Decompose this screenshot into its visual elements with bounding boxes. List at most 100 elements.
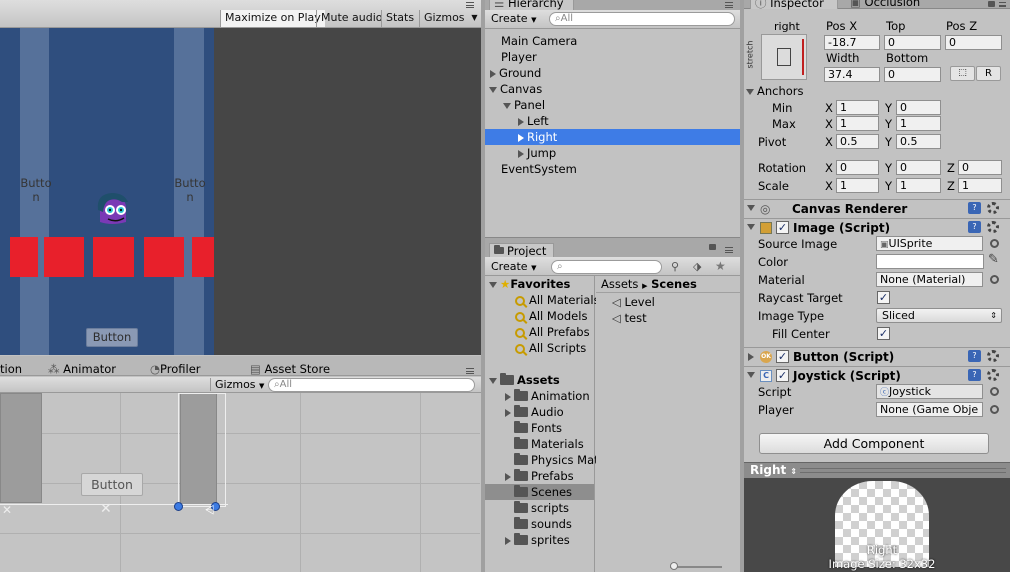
hierarchy-search-input[interactable]: ⌕All: [549, 12, 735, 26]
favorites-header[interactable]: ★Favorites: [489, 276, 570, 292]
folder-item[interactable]: Fonts: [514, 420, 562, 436]
filter-by-label-icon[interactable]: ⬗: [693, 260, 701, 273]
settings-gear-icon[interactable]: [987, 221, 999, 233]
object-picker-icon[interactable]: [990, 239, 999, 248]
joystick-enabled-checkbox[interactable]: ✓: [776, 369, 789, 382]
min-x-field[interactable]: 1: [836, 100, 879, 115]
anchor-preset-button[interactable]: [761, 34, 807, 80]
rotation-z-field[interactable]: 0: [958, 160, 1002, 175]
scene-gizmos-dropdown[interactable]: Gizmos ▼: [210, 378, 268, 391]
assets-header[interactable]: Assets: [489, 372, 560, 388]
pos-x-field[interactable]: -18.7: [824, 35, 880, 50]
favorite-star-icon[interactable]: ★: [715, 259, 726, 273]
hierarchy-item-panel[interactable]: Panel: [503, 97, 545, 113]
width-field[interactable]: 37.4: [824, 67, 880, 82]
image-type-dropdown[interactable]: Sliced ⇕: [876, 308, 1002, 323]
breadcrumb-scenes[interactable]: Scenes: [651, 277, 697, 291]
help-book-icon[interactable]: ?: [968, 369, 981, 381]
lock-icon[interactable]: [709, 244, 716, 250]
pivot-y-field[interactable]: 0.5: [896, 134, 941, 149]
max-y-field[interactable]: 1: [896, 116, 941, 131]
object-picker-icon[interactable]: [990, 275, 999, 284]
breadcrumb-assets[interactable]: Assets: [601, 277, 638, 291]
rect-handle[interactable]: [174, 502, 183, 511]
scene-file-item[interactable]: ◁ Level: [612, 294, 655, 310]
folder-item[interactable]: scripts: [514, 500, 569, 516]
hierarchy-item-main-camera[interactable]: Main Camera: [501, 33, 577, 49]
hierarchy-create-dropdown[interactable]: Create ▼: [491, 12, 536, 25]
lock-icon[interactable]: [988, 1, 995, 7]
collapse-arrow-icon[interactable]: [747, 372, 755, 378]
add-component-button[interactable]: Add Component: [759, 433, 989, 454]
scene-view[interactable]: Button ⩤ ✕ ✕: [0, 393, 481, 572]
hierarchy-item-jump[interactable]: Jump: [518, 145, 556, 161]
collapse-arrow-icon[interactable]: [489, 281, 497, 288]
inspector-menu-icon[interactable]: [999, 2, 1006, 7]
fill-center-checkbox[interactable]: ✓: [877, 327, 890, 340]
tab-animator[interactable]: ⁂ Animator: [48, 362, 116, 376]
hierarchy-item-eventsystem[interactable]: EventSystem: [501, 161, 577, 177]
expand-arrow-icon[interactable]: [748, 353, 754, 361]
scale-y-field[interactable]: 1: [896, 178, 941, 193]
scale-z-field[interactable]: 1: [958, 178, 1002, 193]
tab-profiler[interactable]: ◔Profiler: [150, 362, 201, 376]
favorite-item[interactable]: All Scripts: [515, 340, 586, 356]
rotation-x-field[interactable]: 0: [836, 160, 879, 175]
object-picker-icon[interactable]: [990, 387, 999, 396]
project-search-input[interactable]: ⌕: [551, 260, 662, 274]
min-y-field[interactable]: 0: [896, 100, 941, 115]
blueprint-mode-button[interactable]: ⬚: [950, 66, 975, 81]
help-book-icon[interactable]: ?: [968, 350, 981, 362]
game-panel-menu-icon[interactable]: [466, 2, 474, 8]
gizmos-dropdown[interactable]: Gizmos ▼: [419, 10, 481, 27]
object-picker-icon[interactable]: [990, 405, 999, 414]
collapse-arrow-icon[interactable]: [503, 102, 511, 109]
expand-arrow-icon[interactable]: [505, 408, 511, 417]
tab-project[interactable]: Project: [489, 243, 554, 258]
slider-thumb[interactable]: [670, 562, 678, 570]
expand-arrow-icon[interactable]: [518, 117, 524, 126]
raw-edit-button[interactable]: R: [976, 66, 1001, 81]
game-view[interactable]: Butto n Butto n Button: [0, 28, 481, 355]
hierarchy-item-ground[interactable]: Ground: [490, 65, 541, 81]
help-book-icon[interactable]: ?: [968, 221, 981, 233]
tab-animation-partial[interactable]: tion: [0, 362, 22, 376]
material-field[interactable]: None (Material): [876, 272, 983, 287]
folder-item[interactable]: Physics Mat: [514, 452, 599, 468]
icon-size-slider[interactable]: [670, 562, 722, 570]
hierarchy-menu-icon[interactable]: [725, 2, 733, 8]
folder-item[interactable]: Prefabs: [505, 468, 574, 484]
top-field[interactable]: 0: [884, 35, 941, 50]
expand-arrow-icon[interactable]: [518, 133, 524, 142]
max-x-field[interactable]: 1: [836, 116, 879, 131]
favorite-item[interactable]: All Materials: [515, 292, 600, 308]
tab-asset-store[interactable]: ▤ Asset Store: [250, 362, 330, 376]
color-swatch[interactable]: [876, 254, 984, 269]
anchor-icon[interactable]: ⩤: [205, 503, 215, 518]
filter-by-type-icon[interactable]: ⚲: [671, 260, 679, 273]
hierarchy-item-right-selected[interactable]: Right: [485, 129, 740, 145]
settings-gear-icon[interactable]: [987, 202, 999, 214]
eyedropper-icon[interactable]: ✎: [988, 252, 999, 267]
settings-gear-icon[interactable]: [987, 369, 999, 381]
scale-x-field[interactable]: 1: [836, 178, 879, 193]
collapse-arrow-icon[interactable]: [746, 88, 754, 95]
expand-arrow-icon[interactable]: [518, 149, 524, 158]
folder-item[interactable]: Animation: [505, 388, 590, 404]
pos-z-field[interactable]: 0: [945, 35, 1002, 50]
favorite-item[interactable]: All Prefabs: [515, 324, 590, 340]
tab-inspector[interactable]: ⓘ Inspector: [750, 0, 838, 9]
anchors-foldout[interactable]: Anchors: [746, 84, 804, 98]
bottom-field[interactable]: 0: [884, 67, 941, 82]
folder-item-selected[interactable]: Scenes: [485, 484, 594, 500]
tab-occlusion[interactable]: ▣ Occlusion: [846, 0, 926, 9]
pivot-x-field[interactable]: 0.5: [836, 134, 879, 149]
maximize-on-play-toggle[interactable]: Maximize on Play: [220, 10, 325, 27]
expand-arrow-icon[interactable]: [505, 472, 511, 481]
settings-gear-icon[interactable]: [987, 350, 999, 362]
favorite-item[interactable]: All Models: [515, 308, 587, 324]
hierarchy-item-left[interactable]: Left: [518, 113, 549, 129]
hierarchy-item-player[interactable]: Player: [501, 49, 537, 65]
help-book-icon[interactable]: ?: [968, 202, 981, 214]
folder-item[interactable]: sounds: [514, 516, 572, 532]
